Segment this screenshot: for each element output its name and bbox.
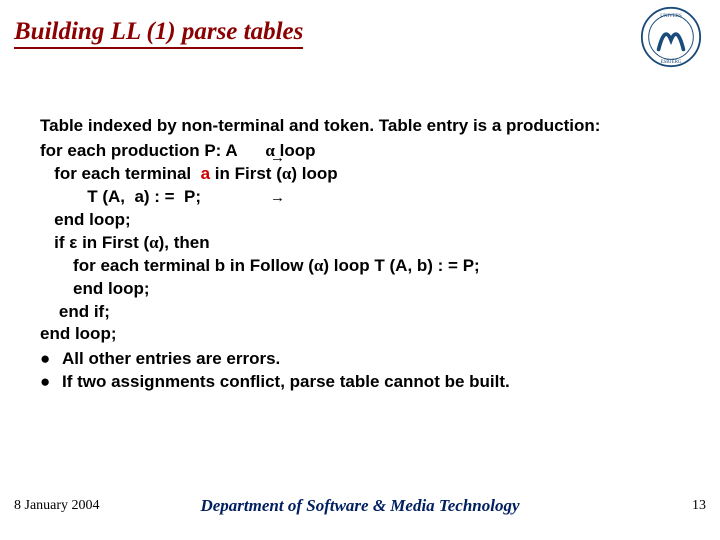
footer-page-number: 13 [692,498,706,514]
slide: UNIVERS ESBJERG Building LL (1) parse ta… [0,0,720,540]
arrow-icon: → [270,149,285,166]
code-line-5: if ε in First (α), then [40,233,210,252]
code-line-4: end loop; [40,210,131,229]
svg-text:UNIVERS: UNIVERS [660,14,682,19]
arrow-icon: → [270,189,285,206]
bullet-icon: ● [40,371,62,394]
list-item: ● All other entries are errors. [40,348,680,371]
algorithm-code: for each production P: A α loop for each… [40,140,680,346]
list-item: ● If two assignments conflict, parse tab… [40,371,680,394]
code-line-6: for each terminal b in Follow (α) loop T… [40,256,480,275]
bullet-icon: ● [40,348,62,371]
bullet-text: If two assignments conflict, parse table… [62,371,510,394]
university-seal-logo: UNIVERS ESBJERG [640,6,702,68]
bullet-text: All other entries are errors. [62,348,280,371]
svg-text:ESBJERG: ESBJERG [661,60,682,65]
bullet-list: ● All other entries are errors. ● If two… [40,348,680,394]
footer-department: Department of Software & Media Technolog… [0,496,720,516]
code-line-9: end loop; [40,324,116,343]
code-line-7: end loop; [40,279,150,298]
code-line-3: T (A, a) : = P; [40,187,201,206]
code-line-8: end if; [40,302,110,321]
slide-title: Building LL (1) parse tables [14,18,303,49]
slide-body: Table indexed by non-terminal and token.… [40,115,680,394]
code-line-2: for each terminal a in First (α) loop [40,164,338,183]
intro-text: Table indexed by non-terminal and token.… [40,115,680,138]
